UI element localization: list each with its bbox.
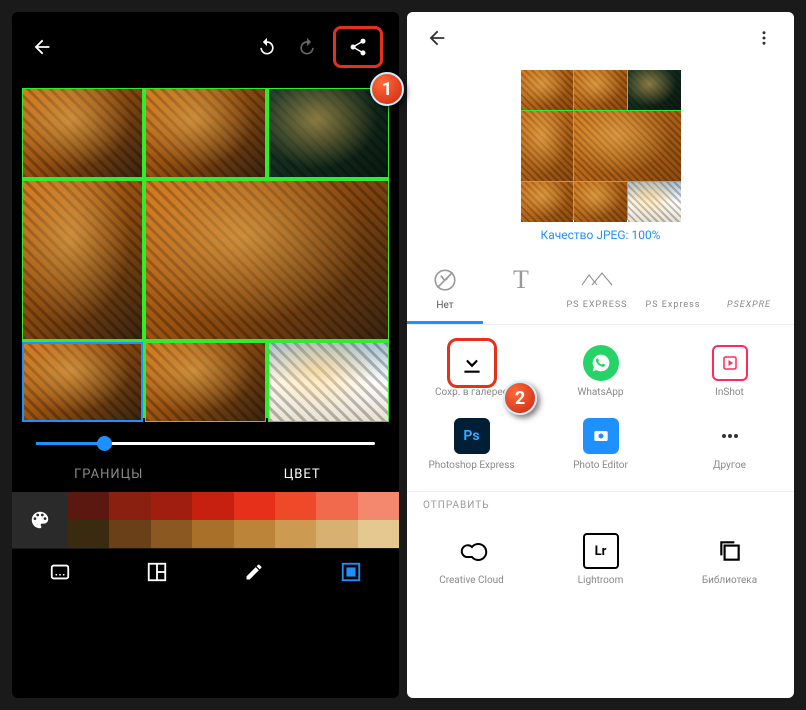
- color-swatch[interactable]: [234, 492, 275, 520]
- callout-badge-1: 1: [370, 72, 404, 106]
- app-label: Сохр. в галерее: [435, 387, 508, 398]
- editor-bottombar: [12, 548, 399, 595]
- back-button[interactable]: [423, 24, 451, 52]
- nav-border[interactable]: [302, 561, 399, 583]
- app-label: InShot: [715, 387, 744, 398]
- color-swatch[interactable]: [234, 520, 275, 548]
- app-lightroom[interactable]: Lr Lightroom: [536, 523, 665, 596]
- share-apps-grid: Сохр. в галерее WhatsApp InShot Ps Photo…: [407, 325, 794, 491]
- more-icon: [712, 418, 748, 454]
- app-label: Lightroom: [578, 575, 624, 586]
- app-label: Photo Editor: [573, 460, 628, 471]
- collage-cell-selected[interactable]: [22, 342, 143, 422]
- back-button[interactable]: [28, 33, 56, 61]
- app-label: Photoshop Express: [428, 460, 514, 471]
- app-other[interactable]: Другое: [665, 408, 794, 481]
- share-button-highlight: [333, 26, 383, 68]
- app-photo-editor[interactable]: Photo Editor: [536, 408, 665, 481]
- watermark-text[interactable]: T: [483, 260, 559, 324]
- tab-borders[interactable]: ГРАНИЦЫ: [12, 467, 206, 482]
- preview-collage: [521, 70, 681, 220]
- watermark-none[interactable]: Нет: [407, 260, 483, 324]
- tab-color[interactable]: ЦВЕТ: [206, 467, 400, 482]
- app-label: Creative Cloud: [439, 575, 504, 586]
- send-apps-grid: Creative Cloud Lr Lightroom Библиотека: [407, 519, 794, 606]
- watermark-psexpress-2[interactable]: PS Express: [635, 260, 711, 324]
- collage-cell[interactable]: [22, 180, 143, 340]
- collage-canvas[interactable]: [22, 88, 389, 418]
- watermark-strip: Нет T PS EXPRESS PS Express PSEXPRE: [407, 252, 794, 325]
- color-swatch[interactable]: [68, 492, 109, 520]
- callout-badge-2: 2: [503, 381, 537, 415]
- collage-cell[interactable]: [145, 88, 266, 178]
- color-swatch[interactable]: [358, 492, 399, 520]
- color-palette: [12, 492, 399, 548]
- app-creative-cloud[interactable]: Creative Cloud: [407, 523, 536, 596]
- color-swatches: [68, 492, 399, 548]
- inshot-icon: [712, 345, 748, 381]
- color-swatch[interactable]: [109, 492, 150, 520]
- editor-screen: ГРАНИЦЫ ЦВЕТ: [12, 12, 399, 698]
- color-swatch[interactable]: [192, 520, 233, 548]
- save-highlight: [447, 338, 497, 388]
- share-topbar: [407, 12, 794, 64]
- slider-thumb[interactable]: [97, 436, 112, 451]
- palette-icon[interactable]: [12, 492, 68, 548]
- whatsapp-icon: [583, 345, 619, 381]
- nav-edit[interactable]: [206, 561, 303, 583]
- color-swatch[interactable]: [109, 520, 150, 548]
- color-swatch[interactable]: [275, 492, 316, 520]
- collage-cell[interactable]: [145, 342, 266, 422]
- nav-layout[interactable]: [109, 561, 206, 583]
- color-swatch[interactable]: [192, 492, 233, 520]
- undo-button[interactable]: [253, 33, 281, 61]
- watermark-label: Нет: [436, 300, 453, 311]
- color-swatch[interactable]: [316, 520, 357, 548]
- creative-cloud-icon: [454, 533, 490, 569]
- app-label: Библиотека: [702, 575, 757, 586]
- nav-caption[interactable]: [12, 561, 109, 583]
- app-label: WhatsApp: [577, 387, 623, 398]
- collage-cell[interactable]: [145, 180, 389, 340]
- collage-cell[interactable]: [268, 342, 389, 422]
- color-swatch[interactable]: [68, 520, 109, 548]
- no-watermark-icon: [432, 264, 458, 296]
- preview-area: Качество JPEG: 100%: [407, 64, 794, 252]
- share-button[interactable]: [344, 33, 372, 61]
- library-icon: [712, 533, 748, 569]
- collage-cell[interactable]: [22, 88, 143, 178]
- app-whatsapp[interactable]: WhatsApp: [536, 335, 665, 408]
- send-section-label: ОТПРАВИТЬ: [407, 491, 794, 519]
- app-photoshop-express[interactable]: Ps Photoshop Express: [407, 408, 536, 481]
- color-swatch[interactable]: [358, 520, 399, 548]
- watermark-psexpress-1[interactable]: PS EXPRESS: [559, 260, 635, 324]
- color-swatch[interactable]: [151, 492, 192, 520]
- quality-label[interactable]: Качество JPEG: 100%: [541, 228, 661, 242]
- app-library[interactable]: Библиотека: [665, 523, 794, 596]
- watermark-psexpress-3[interactable]: PSEXPRE: [711, 260, 787, 324]
- app-inshot[interactable]: InShot: [665, 335, 794, 408]
- share-screen: Качество JPEG: 100% Нет T PS EXPRESS PS …: [407, 12, 794, 698]
- border-slider-wrap: [12, 424, 399, 457]
- download-icon: [454, 345, 490, 381]
- border-tabs: ГРАНИЦЫ ЦВЕТ: [12, 457, 399, 492]
- photoeditor-icon: [583, 418, 619, 454]
- collage-cell[interactable]: [268, 88, 389, 178]
- color-swatch[interactable]: [151, 520, 192, 548]
- app-label: Другое: [713, 460, 746, 471]
- border-slider[interactable]: [36, 442, 375, 445]
- redo-button[interactable]: [293, 33, 321, 61]
- lightroom-icon: Lr: [583, 533, 619, 569]
- color-swatch[interactable]: [275, 520, 316, 548]
- editor-topbar: [12, 12, 399, 82]
- psx-icon: Ps: [454, 418, 490, 454]
- more-button[interactable]: [750, 24, 778, 52]
- color-swatch[interactable]: [316, 492, 357, 520]
